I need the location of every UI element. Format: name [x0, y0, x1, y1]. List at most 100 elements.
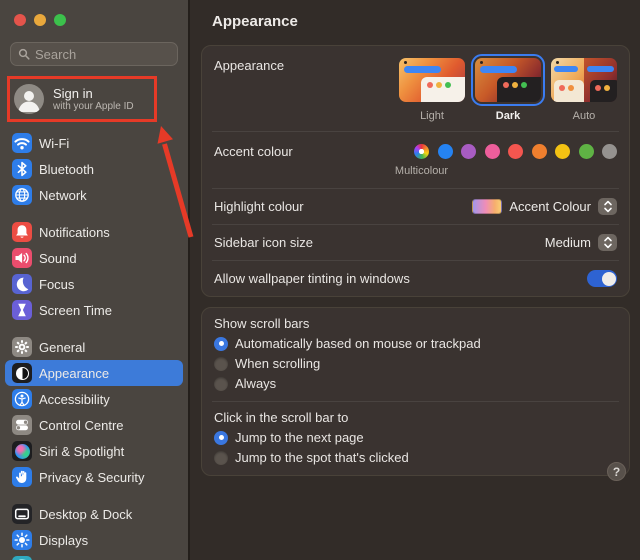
radio-option[interactable]: Jump to the spot that's clicked: [214, 450, 617, 465]
sidebar-item-label: Sound: [39, 250, 77, 266]
theme-option-light[interactable]: Light: [399, 58, 465, 122]
sidebar-item-siri-spotlight[interactable]: Siri & Spotlight: [5, 438, 183, 464]
sidebar-item-wifi[interactable]: Wi-Fi: [5, 130, 183, 156]
sidebar-item-label: Network: [39, 187, 87, 203]
search-input[interactable]: [35, 46, 170, 62]
chevron-up-down-icon[interactable]: [598, 198, 617, 215]
wallpaper-tinting-toggle[interactable]: [587, 270, 617, 287]
scroll-settings-card: Show scroll bars Automatically based on …: [201, 307, 630, 476]
sidebar-item-label: Siri & Spotlight: [39, 443, 125, 459]
radio-label: Automatically based on mouse or trackpad: [235, 336, 481, 351]
page-title: Appearance: [212, 13, 298, 30]
sun-icon: [12, 530, 32, 550]
search-icon: [18, 48, 30, 60]
theme-option-dark[interactable]: Dark: [471, 54, 545, 122]
radio-option[interactable]: Always: [214, 376, 617, 391]
chevron-up-down-icon[interactable]: [598, 234, 617, 251]
appearance-theme-row: Appearance Light Dark Auto: [202, 46, 629, 131]
bluetooth-icon: [12, 159, 32, 179]
accent-dot-green[interactable]: [578, 144, 594, 159]
accent-dot-multicolour[interactable]: [414, 144, 429, 159]
sign-in-item[interactable]: Sign in with your Apple ID: [10, 80, 178, 118]
speaker-icon: [12, 248, 32, 268]
zoom-window-button[interactable]: [54, 14, 66, 26]
sidebar-item-accessibility[interactable]: Accessibility: [5, 386, 183, 412]
sidebar-item-network[interactable]: Network: [5, 182, 183, 208]
sidebar-item-label: Appearance: [39, 365, 110, 381]
hourglass-icon: [12, 300, 32, 320]
theme-label-dark: Dark: [495, 110, 521, 122]
light-theme-thumbnail[interactable]: [399, 58, 465, 102]
radio-selected-icon[interactable]: [214, 430, 228, 445]
minimize-window-button[interactable]: [34, 14, 46, 26]
theme-option-auto[interactable]: Auto: [551, 58, 617, 122]
radio-option[interactable]: Automatically based on mouse or trackpad: [214, 336, 617, 351]
desktop-window-icon: [12, 504, 32, 524]
sidebar-item-bluetooth[interactable]: Bluetooth: [5, 156, 183, 182]
accent-dot-pink[interactable]: [484, 144, 500, 159]
sidebar-item-focus[interactable]: Focus: [5, 271, 183, 297]
wifi-icon: [12, 133, 32, 153]
close-window-button[interactable]: [14, 14, 26, 26]
appearance-row-label: Appearance: [214, 58, 285, 73]
sidebar-item-label: Accessibility: [39, 391, 110, 407]
wallpaper-tinting-label: Allow wallpaper tinting in windows: [214, 271, 410, 286]
help-button[interactable]: ?: [607, 462, 626, 481]
radio-label: Jump to the next page: [235, 430, 364, 445]
highlight-colour-popup[interactable]: Accent Colour: [472, 198, 617, 215]
sidebar-item-notifications[interactable]: Notifications: [5, 219, 183, 245]
radio-unselected-icon[interactable]: [214, 376, 228, 391]
avatar-icon: [14, 84, 44, 114]
sidebar-icon-size-value: Medium: [544, 235, 591, 250]
auto-theme-thumbnail[interactable]: [551, 58, 617, 102]
gear-icon: [12, 337, 32, 357]
radio-label: Always: [235, 376, 277, 391]
accent-dot-red[interactable]: [508, 144, 523, 159]
radio-option[interactable]: When scrolling: [214, 356, 617, 371]
globe-icon: [12, 185, 32, 205]
search-field[interactable]: [10, 42, 178, 66]
sidebar-item-label: Desktop & Dock: [39, 506, 133, 522]
appearance-settings-card: Appearance Light Dark Auto Accent colour…: [201, 45, 630, 297]
sidebar-item-displays[interactable]: Displays: [5, 527, 183, 553]
question-mark-icon: ?: [612, 464, 621, 479]
accent-colour-row: Accent colour Multicolour: [202, 132, 629, 188]
wallpaper-icon: [12, 556, 32, 560]
highlight-colour-row: Highlight colour Accent Colour: [202, 189, 629, 224]
accent-dot-orange[interactable]: [531, 144, 547, 159]
sidebar-item-label: Privacy & Security: [39, 469, 145, 485]
radio-selected-icon[interactable]: [214, 336, 228, 351]
sidebar-icon-size-row: Sidebar icon size Medium: [202, 225, 629, 260]
radio-unselected-icon[interactable]: [214, 450, 228, 465]
radio-option[interactable]: Jump to the next page: [214, 430, 617, 445]
sign-in-subtitle: with your Apple ID: [53, 100, 134, 112]
sidebar-item-label: Control Centre: [39, 417, 124, 433]
sign-in-title: Sign in: [53, 85, 93, 101]
theme-label-auto: Auto: [572, 110, 596, 122]
sidebar-item-label: Screen Time: [39, 302, 112, 318]
scroll-bar-click-group: Click in the scroll bar to Jump to the n…: [202, 402, 629, 475]
accent-dot-grey[interactable]: [602, 144, 617, 159]
highlight-colour-value: Accent Colour: [509, 199, 591, 214]
sidebar-item-label: General: [39, 339, 86, 355]
sidebar-item-desktop-dock[interactable]: Desktop & Dock: [5, 501, 183, 527]
radio-unselected-icon[interactable]: [214, 356, 228, 371]
accessibility-icon: [12, 389, 32, 409]
sidebar-item-control-centre[interactable]: Control Centre: [5, 412, 183, 438]
siri-icon: [12, 441, 32, 461]
sidebar-item-label: Displays: [39, 532, 89, 548]
accent-dot-blue[interactable]: [437, 144, 453, 159]
sidebar-item-label: Wi-Fi: [39, 135, 70, 151]
sidebar-icon-size-popup[interactable]: Medium: [545, 234, 617, 251]
sidebar-item-general[interactable]: General: [5, 334, 183, 360]
scroll-bar-click-label: Click in the scroll bar to: [214, 410, 349, 425]
sidebar-item-wallpaper[interactable]: Wallpaper: [5, 553, 183, 560]
sidebar-item-privacy-security[interactable]: Privacy & Security: [5, 464, 183, 490]
dark-theme-thumbnail[interactable]: [471, 54, 545, 106]
accent-dot-yellow[interactable]: [555, 144, 570, 159]
sidebar-item-screen-time[interactable]: Screen Time: [5, 297, 183, 323]
sidebar-item-sound[interactable]: Sound: [5, 245, 183, 271]
accent-dot-purple[interactable]: [461, 144, 476, 159]
theme-options: Light Dark Auto: [399, 54, 617, 122]
sidebar-item-appearance[interactable]: Appearance: [5, 360, 183, 386]
